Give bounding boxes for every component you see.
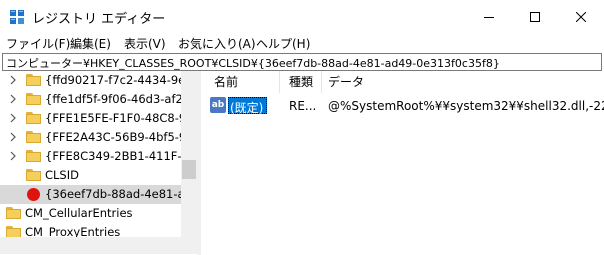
tree-item-label: {FFE8C349-2BB1-411F-93CI xyxy=(45,149,181,163)
maximize-icon xyxy=(530,11,540,22)
chevron-right-icon[interactable] xyxy=(8,132,18,142)
tree-item-selected[interactable]: {36eef7db-88ad-4e81-ad49 xyxy=(0,185,181,204)
address-bar[interactable]: コンピューター¥HKEY_CLASSES_ROOT¥CLSID¥{36eef7d… xyxy=(2,53,602,71)
tree-item-label: CLSID xyxy=(45,168,79,182)
column-divider[interactable] xyxy=(279,71,280,93)
value-list: 名前 種類 データ ab (既定) RE... @%SystemRoot%¥¥s… xyxy=(201,71,604,255)
value-name: (既定) xyxy=(230,101,264,115)
menu-edit[interactable]: 編集(E) xyxy=(70,35,111,52)
tree-item[interactable]: {FFE8C349-2BB1-411F-93CI xyxy=(0,147,181,166)
chevron-right-icon[interactable] xyxy=(8,151,18,161)
registry-editor-app-icon xyxy=(10,10,24,24)
folder-icon xyxy=(26,74,41,86)
tree-item-label: {ffd90217-f7c2-4434-9ee1- xyxy=(45,73,181,87)
minimize-button[interactable] xyxy=(466,0,512,33)
tree-item[interactable]: {ffd90217-f7c2-4434-9ee1- xyxy=(0,71,181,90)
menu-file[interactable]: ファイル(F) xyxy=(6,35,70,52)
folder-icon xyxy=(6,207,21,219)
red-dot-icon xyxy=(27,188,40,201)
value-data: @%SystemRoot%¥¥system32¥¥shell32.dll,-22… xyxy=(328,99,604,113)
chevron-right-icon[interactable] xyxy=(8,75,18,85)
scrollbar-thumb[interactable] xyxy=(182,160,196,179)
registry-editor-window: レジストリ エディター ファイル(F) 編集(E) 表示(V) お気に入り(A)… xyxy=(0,0,604,255)
tree-item-label: {FFE2A43C-56B9-4bf5-9A7 xyxy=(45,130,181,144)
folder-icon xyxy=(26,131,41,143)
string-value-icon: ab xyxy=(210,97,226,113)
tree-item-label: {36eef7db-88ad-4e81-ad49 xyxy=(45,187,181,201)
menu-help[interactable]: ヘルプ(H) xyxy=(256,35,310,52)
tree-item[interactable]: {FFE1E5FE-F1F0-48C8-953E xyxy=(0,109,181,128)
tree-item[interactable]: CM_CellularEntries xyxy=(0,204,181,223)
window-title: レジストリ エディター xyxy=(32,12,166,27)
tree-item[interactable]: {ffe1df5f-9f06-46d3-af27-f xyxy=(0,90,181,109)
folder-icon xyxy=(26,169,41,181)
folder-icon xyxy=(6,226,21,237)
title-bar[interactable]: レジストリ エディター xyxy=(0,0,604,33)
tree-item-label: CM_CellularEntries xyxy=(25,206,133,220)
menu-view[interactable]: 表示(V) xyxy=(124,35,166,52)
tree-item-label: {ffe1df5f-9f06-46d3-af27-f xyxy=(45,92,181,106)
minimize-icon xyxy=(484,16,494,18)
address-path: コンピューター¥HKEY_CLASSES_ROOT¥CLSID¥{36eef7d… xyxy=(6,57,500,70)
chevron-right-icon[interactable] xyxy=(8,113,18,123)
tree-vertical-scrollbar[interactable] xyxy=(181,71,197,237)
chevron-right-icon[interactable] xyxy=(8,94,18,104)
column-header-name[interactable]: 名前 xyxy=(214,71,238,93)
tree-item-label: CM_ProxyEntries xyxy=(25,225,121,237)
value-type: RE... xyxy=(289,99,317,113)
tree-item[interactable]: CM_ProxyEntries xyxy=(0,223,181,237)
folder-icon xyxy=(26,93,41,105)
column-header-type[interactable]: 種類 xyxy=(289,71,313,93)
column-divider[interactable] xyxy=(321,71,322,93)
tree-item[interactable]: {FFE2A43C-56B9-4bf5-9A7 xyxy=(0,128,181,147)
menu-favorites[interactable]: お気に入り(A) xyxy=(178,35,256,52)
close-icon xyxy=(576,11,586,22)
folder-icon xyxy=(26,150,41,162)
maximize-button[interactable] xyxy=(512,0,558,33)
tree-item-label: {FFE1E5FE-F1F0-48C8-953E xyxy=(45,111,181,125)
tree-item-clsid[interactable]: CLSID xyxy=(0,166,181,185)
menu-bar: ファイル(F) 編集(E) 表示(V) お気に入り(A) ヘルプ(H) xyxy=(0,33,604,53)
tree-horizontal-scrollbar[interactable] xyxy=(0,237,197,254)
folder-icon xyxy=(26,112,41,124)
key-tree: {ffd90217-f7c2-4434-9ee1- {ffe1df5f-9f06… xyxy=(0,71,197,237)
close-button[interactable] xyxy=(558,0,604,33)
column-header-data[interactable]: データ xyxy=(328,71,364,93)
